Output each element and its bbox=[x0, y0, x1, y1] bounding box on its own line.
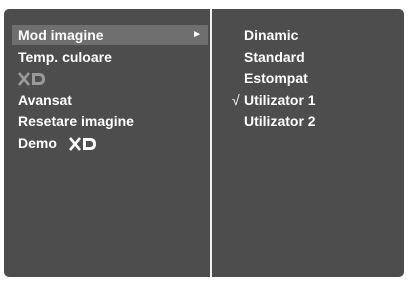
menu-item-label: Demo bbox=[18, 135, 57, 151]
menu-item-label: Temp. culoare bbox=[18, 49, 112, 65]
osd-menu-frame: Mod imagine ► Temp. culoare Avansat Rese… bbox=[4, 9, 404, 277]
xd-logo-icon bbox=[18, 72, 46, 87]
menu-item-avansat[interactable]: Avansat bbox=[12, 90, 208, 110]
check-mark-icon: √ bbox=[232, 92, 240, 108]
option-label: Dinamic bbox=[244, 27, 299, 43]
option-utilizator-2[interactable]: Utilizator 2 bbox=[244, 111, 316, 131]
submenu-panel: Dinamic Standard Estompat √ Utilizator 1… bbox=[214, 9, 404, 277]
option-utilizator-1[interactable]: √ Utilizator 1 bbox=[232, 90, 316, 110]
option-label: Standard bbox=[244, 49, 305, 65]
menu-item-xd[interactable] bbox=[12, 68, 208, 88]
menu-item-resetare-imagine[interactable]: Resetare imagine bbox=[12, 111, 208, 131]
menu-item-label: Avansat bbox=[18, 92, 72, 108]
submenu-arrow-icon: ► bbox=[192, 29, 202, 40]
option-estompat[interactable]: Estompat bbox=[244, 68, 308, 88]
option-standard[interactable]: Standard bbox=[244, 47, 305, 67]
option-dinamic[interactable]: Dinamic bbox=[244, 25, 298, 45]
option-label: Utilizator 1 bbox=[244, 92, 316, 108]
xd-logo-icon bbox=[68, 137, 97, 152]
menu-item-label: Resetare imagine bbox=[18, 113, 134, 129]
main-menu-panel: Mod imagine ► Temp. culoare Avansat Rese… bbox=[4, 9, 212, 277]
option-label: Utilizator 2 bbox=[244, 113, 316, 129]
menu-item-mod-imagine[interactable]: Mod imagine ► bbox=[12, 25, 208, 45]
menu-item-temp-culoare[interactable]: Temp. culoare bbox=[12, 47, 208, 67]
menu-item-demo[interactable]: Demo bbox=[12, 133, 208, 153]
option-label: Estompat bbox=[244, 70, 308, 86]
menu-item-label: Mod imagine bbox=[18, 27, 104, 43]
